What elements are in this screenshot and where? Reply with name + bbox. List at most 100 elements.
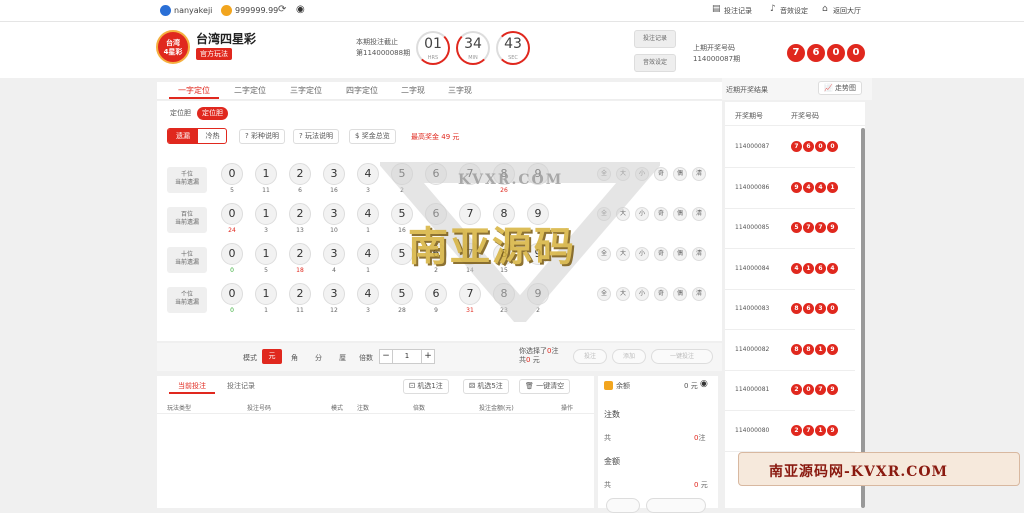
- quick-select-button[interactable]: 偶: [673, 247, 687, 261]
- toggle-hot[interactable]: 冷热: [198, 129, 226, 143]
- quick-select-button[interactable]: 清: [692, 207, 706, 221]
- quick-select-button[interactable]: 清: [692, 167, 706, 181]
- digit-ball[interactable]: 4: [357, 163, 379, 185]
- digit-ball[interactable]: 7: [459, 163, 481, 185]
- digit-ball[interactable]: 9: [527, 163, 549, 185]
- lottery-rules-button[interactable]: ? 彩种说明: [239, 129, 285, 144]
- quick-select-button[interactable]: 小: [635, 167, 649, 181]
- trend-chart-button[interactable]: 📈 走势图: [818, 81, 862, 95]
- refresh-icon[interactable]: ⟳: [278, 4, 286, 15]
- quick-select-button[interactable]: 奇: [654, 247, 668, 261]
- quick-select-button[interactable]: 偶: [673, 167, 687, 181]
- digit-ball[interactable]: 5: [391, 163, 413, 185]
- tab-bet-records[interactable]: 投注记录: [219, 378, 263, 394]
- increase-button[interactable]: +: [421, 349, 435, 364]
- decrease-button[interactable]: −: [379, 349, 393, 364]
- quick-select-button[interactable]: 小: [635, 207, 649, 221]
- digit-ball[interactable]: 3: [323, 283, 345, 305]
- mode-yuan[interactable]: 元: [262, 349, 282, 364]
- summary-confirm-button[interactable]: [646, 498, 706, 513]
- subtab-position[interactable]: 定位胆: [165, 107, 196, 120]
- summary-bet-button[interactable]: [606, 498, 640, 513]
- digit-ball[interactable]: 3: [323, 243, 345, 265]
- digit-ball[interactable]: 6: [425, 283, 447, 305]
- digit-ball[interactable]: 7: [459, 203, 481, 225]
- digit-ball[interactable]: 2: [289, 163, 311, 185]
- quick-select-button[interactable]: 偶: [673, 207, 687, 221]
- digit-ball[interactable]: 6: [425, 163, 447, 185]
- digit-ball[interactable]: 6: [425, 243, 447, 265]
- header-bet-record-button[interactable]: 投注记录: [634, 30, 676, 48]
- quick-select-button[interactable]: 全: [597, 207, 611, 221]
- play-rules-button[interactable]: ? 玩法说明: [293, 129, 339, 144]
- random-one-button[interactable]: ⚀ 机选1注: [403, 379, 449, 394]
- add-button[interactable]: 添加: [612, 349, 646, 364]
- digit-ball[interactable]: 4: [357, 283, 379, 305]
- digit-ball[interactable]: 3: [323, 203, 345, 225]
- header-sound-button[interactable]: 音效设定: [634, 54, 676, 72]
- tab-four-digit[interactable]: 四字定位: [337, 83, 387, 99]
- quick-select-button[interactable]: 大: [616, 207, 630, 221]
- history-scrollbar[interactable]: [861, 128, 865, 508]
- eye-icon[interactable]: ◉: [700, 379, 708, 389]
- quick-select-button[interactable]: 大: [616, 247, 630, 261]
- digit-ball[interactable]: 9: [527, 203, 549, 225]
- tab-three-digit[interactable]: 三字定位: [281, 83, 331, 99]
- digit-ball[interactable]: 2: [289, 283, 311, 305]
- quick-select-button[interactable]: 大: [616, 287, 630, 301]
- digit-ball[interactable]: 5: [391, 243, 413, 265]
- mode-jiao[interactable]: 角: [291, 353, 298, 363]
- digit-ball[interactable]: 0: [221, 243, 243, 265]
- digit-ball[interactable]: 4: [357, 203, 379, 225]
- bet-button[interactable]: 投注: [573, 349, 607, 364]
- digit-ball[interactable]: 8: [493, 283, 515, 305]
- toggle-miss[interactable]: 遗漏: [168, 129, 198, 143]
- quick-select-button[interactable]: 奇: [654, 207, 668, 221]
- digit-ball[interactable]: 3: [323, 163, 345, 185]
- digit-ball[interactable]: 1: [255, 283, 277, 305]
- sound-setting-link[interactable]: 音效设定: [780, 6, 808, 16]
- quick-select-button[interactable]: 大: [616, 167, 630, 181]
- quick-select-button[interactable]: 奇: [654, 287, 668, 301]
- digit-ball[interactable]: 6: [425, 203, 447, 225]
- digit-ball[interactable]: 1: [255, 203, 277, 225]
- bet-record-link[interactable]: 投注记录: [724, 6, 752, 16]
- digit-ball[interactable]: 2: [289, 243, 311, 265]
- tab-current-bets[interactable]: 当前投注: [169, 378, 215, 394]
- quick-bet-button[interactable]: 一键投注: [651, 349, 713, 364]
- quick-select-button[interactable]: 清: [692, 247, 706, 261]
- random-five-button[interactable]: ⚄ 机选5注: [463, 379, 509, 394]
- digit-ball[interactable]: 1: [255, 163, 277, 185]
- back-hall-link[interactable]: 返回大厅: [833, 6, 861, 16]
- quick-select-button[interactable]: 全: [597, 247, 611, 261]
- digit-ball[interactable]: 4: [357, 243, 379, 265]
- tab-one-digit[interactable]: 一字定位: [169, 83, 219, 99]
- digit-ball[interactable]: 0: [221, 283, 243, 305]
- digit-ball[interactable]: 7: [459, 283, 481, 305]
- mode-fen[interactable]: 分: [315, 353, 322, 363]
- tab-two-digit[interactable]: 二字定位: [225, 83, 275, 99]
- digit-ball[interactable]: 8: [493, 203, 515, 225]
- quick-select-button[interactable]: 全: [597, 167, 611, 181]
- quick-select-button[interactable]: 奇: [654, 167, 668, 181]
- mode-li[interactable]: 厘: [339, 353, 346, 363]
- quick-select-button[interactable]: 清: [692, 287, 706, 301]
- clear-all-button[interactable]: 🗑 一键清空: [519, 379, 571, 394]
- digit-ball[interactable]: 0: [221, 203, 243, 225]
- digit-ball[interactable]: 7: [459, 243, 481, 265]
- digit-ball[interactable]: 1: [255, 243, 277, 265]
- digit-ball[interactable]: 5: [391, 203, 413, 225]
- quick-select-button[interactable]: 偶: [673, 287, 687, 301]
- digit-ball[interactable]: 2: [289, 203, 311, 225]
- quick-select-button[interactable]: 全: [597, 287, 611, 301]
- digit-ball[interactable]: 9: [527, 243, 549, 265]
- quick-select-button[interactable]: 小: [635, 247, 649, 261]
- subtab-position-active[interactable]: 定位胆: [197, 107, 228, 120]
- tab-two-show[interactable]: 二字现: [393, 83, 433, 99]
- tab-three-show[interactable]: 三字现: [440, 83, 480, 99]
- eye-icon[interactable]: ◉: [296, 4, 305, 15]
- digit-ball[interactable]: 9: [527, 283, 549, 305]
- quick-select-button[interactable]: 小: [635, 287, 649, 301]
- digit-ball[interactable]: 8: [493, 163, 515, 185]
- multiple-input[interactable]: 1: [393, 349, 421, 364]
